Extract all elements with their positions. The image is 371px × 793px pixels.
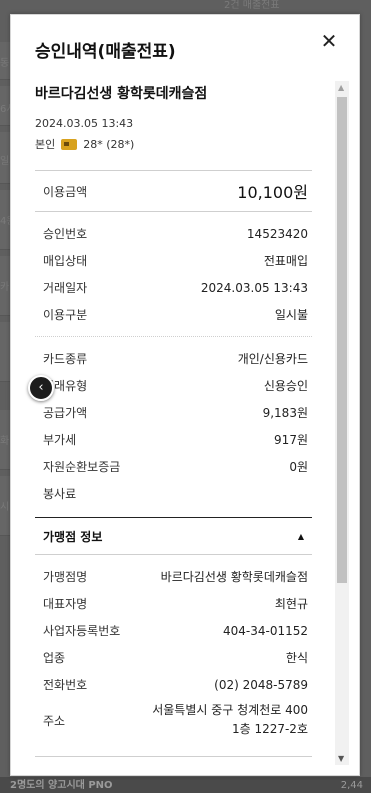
detail-label: 자원순환보증금	[43, 460, 121, 474]
merchant-row: 대표자명 최현규	[43, 590, 308, 617]
amount-row: 이용금액 10,100원	[35, 171, 312, 211]
detail-label: 봉사료	[43, 487, 77, 501]
merchant-value: 바르다김선생 황학롯데캐슬점	[160, 570, 308, 584]
merchant-value: 404-34-01152	[222, 623, 308, 638]
detail-row: 매입상태 전표매입	[43, 247, 308, 274]
scroll-down-icon[interactable]: ▼	[338, 754, 344, 763]
detail-label: 매입상태	[43, 254, 88, 268]
detail-value: 2024.03.05 13:43	[200, 280, 308, 295]
merchant-row: 가맹점명 바르다김선생 황학롯데캐슬점	[43, 563, 308, 590]
merchant-info-title: 가맹점 정보	[43, 529, 103, 544]
detail-value: 9,183원	[262, 406, 308, 420]
amount-label: 이용금액	[43, 184, 88, 199]
address-value: 서울특별시 중구 청계천로 400 1층 1227-2호	[152, 701, 308, 739]
detail-value: 0원	[289, 460, 308, 474]
detail-row: 부가세 917원	[43, 426, 308, 453]
merchant-row: 사업자등록번호 404-34-01152	[43, 617, 308, 644]
divider	[35, 756, 312, 757]
detail-row: 승인번호 14523420	[43, 220, 308, 247]
merchant-label: 대표자명	[43, 597, 88, 611]
detail-label: 승인번호	[43, 227, 88, 241]
credit-card-icon	[61, 138, 78, 150]
owner-label: 본인	[35, 138, 56, 151]
detail-value: 개인/신용카드	[237, 352, 308, 366]
bg-side-fragment: 화	[0, 436, 10, 447]
detail-value: 일시불	[274, 308, 308, 322]
merchant-label: 전화번호	[43, 678, 88, 692]
card-details: 카드종류 개인/신용카드 거래유형 신용승인 공급가액 9,183원 부가세 917원 …	[35, 337, 312, 515]
detail-row: 공급가액 9,183원	[43, 399, 308, 426]
detail-row: 카드종류 개인/신용카드	[43, 345, 308, 372]
detail-row: 봉사료	[43, 480, 308, 507]
address-label: 주소	[43, 713, 66, 728]
transaction-datetime: 2024.03.05 13:43	[35, 117, 134, 130]
scroll-up-icon[interactable]: ▲	[338, 83, 344, 92]
amount-value: 10,100원	[237, 183, 308, 202]
caret-up-icon: ▲	[297, 531, 304, 541]
detail-label: 부가세	[43, 433, 77, 447]
scroll-thumb[interactable]	[337, 97, 347, 583]
modal-title: 승인내역(매출전표)	[35, 42, 176, 62]
detail-value: 917원	[274, 433, 308, 447]
merchant-label: 업종	[43, 651, 66, 665]
merchant-value: 최현규	[274, 597, 308, 611]
merchant-info-toggle[interactable]: 가맹점 정보 ▲	[35, 518, 312, 554]
approval-details: 승인번호 14523420 매입상태 전표매입 거래일자 2024.03.05 13:…	[35, 212, 312, 336]
detail-label: 이용구분	[43, 308, 88, 322]
detail-label: 카드종류	[43, 352, 88, 366]
bg-side-fragment: 시	[0, 502, 10, 513]
close-icon[interactable]: ✕	[317, 29, 341, 53]
detail-label: 거래일자	[43, 281, 88, 295]
address-row: 주소 서울특별시 중구 청계천로 400 1층 1227-2호	[43, 698, 308, 742]
bg-side-fragment: 카	[0, 282, 10, 293]
vertical-scrollbar[interactable]: ▲ ▼	[335, 81, 349, 765]
merchant-info-details: 가맹점명 바르다김선생 황학롯데캐슬점 대표자명 최현규 사업자등록번호 404-34…	[35, 555, 312, 750]
bg-bottom-bar: 2명도의 양고시대 PNO 2,44	[0, 777, 371, 793]
bg-bottom-text: 2명도의 양고시대 PNO	[10, 780, 113, 791]
address-line-2: 1층 1227-2호	[231, 722, 308, 736]
merchant-row: 전화번호 (02) 2048-5789	[43, 671, 308, 698]
merchant-label: 가맹점명	[43, 570, 88, 584]
modal-content[interactable]: 바르다김선생 황학롯데캐슬점 2024.03.05 13:43 본인 28* (…	[35, 83, 312, 763]
merchant-value: 한식	[285, 651, 308, 665]
detail-value: 신용승인	[263, 379, 308, 393]
merchant-row: 업종 한식	[43, 644, 308, 671]
address-line-1: 서울특별시 중구 청계천로 400	[152, 703, 308, 717]
detail-value: 전표매입	[263, 254, 308, 268]
detail-label: 공급가액	[43, 406, 88, 420]
detail-row: 이용구분 일시불	[43, 301, 308, 328]
receipt-modal: 승인내역(매출전표) ✕ 바르다김선생 황학롯데캐슬점 2024.03.05 1…	[10, 14, 360, 776]
merchant-value: (02) 2048-5789	[214, 677, 308, 692]
owner-card-line: 본인 28* (28*)	[35, 136, 312, 152]
merchant-label: 사업자등록번호	[43, 624, 121, 638]
merchant-name-heading: 바르다김선생 황학롯데캐슬점	[35, 86, 208, 102]
detail-value: 14523420	[246, 226, 308, 241]
detail-row: 거래일자 2024.03.05 13:43	[43, 274, 308, 301]
prev-arrow-icon[interactable]: ‹	[28, 375, 54, 401]
card-number: 28* (28*)	[83, 137, 135, 151]
detail-row: 거래유형 신용승인	[43, 372, 308, 399]
detail-row: 자원순환보증금 0원	[43, 453, 308, 480]
bg-bottom-right-text: 2,44	[340, 780, 363, 791]
bg-top-fragment: 2건 매출전표	[224, 0, 280, 11]
